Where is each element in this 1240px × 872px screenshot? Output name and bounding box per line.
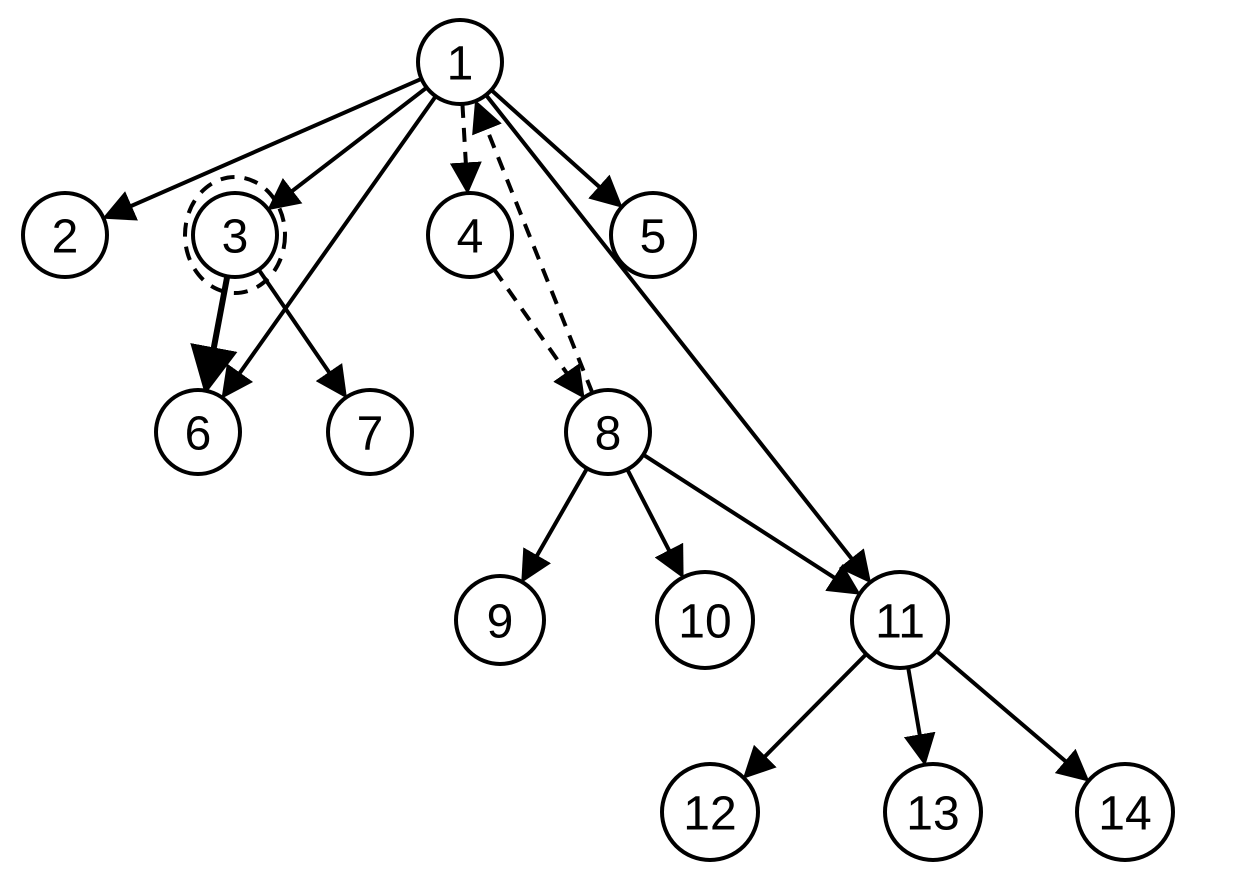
node-6: 6 bbox=[156, 390, 240, 474]
node-label-10: 10 bbox=[678, 596, 731, 649]
node-4: 4 bbox=[428, 193, 512, 277]
node-7: 7 bbox=[328, 390, 412, 474]
node-label-1: 1 bbox=[447, 38, 474, 91]
edge-n4-n8 bbox=[494, 269, 582, 394]
node-13: 13 bbox=[885, 764, 981, 860]
node-2: 2 bbox=[23, 193, 107, 277]
node-label-9: 9 bbox=[487, 596, 514, 649]
node-5: 5 bbox=[611, 193, 695, 277]
node-label-4: 4 bbox=[457, 211, 484, 264]
node-3: 3 bbox=[193, 193, 277, 277]
node-10: 10 bbox=[657, 572, 753, 668]
edge-n3-n6 bbox=[206, 276, 227, 387]
node-label-8: 8 bbox=[595, 408, 622, 461]
node-label-14: 14 bbox=[1098, 788, 1151, 841]
edge-n1-n3 bbox=[271, 88, 426, 207]
graph-diagram: 1234567891011121314 bbox=[0, 0, 1240, 872]
node-label-12: 12 bbox=[683, 788, 736, 841]
edge-n1-n4 bbox=[462, 104, 467, 189]
edge-n11-n13 bbox=[908, 667, 924, 760]
node-label-11: 11 bbox=[875, 596, 925, 649]
node-label-5: 5 bbox=[640, 211, 667, 264]
node-label-7: 7 bbox=[357, 408, 384, 461]
nodes-layer: 1234567891011121314 bbox=[23, 20, 1173, 860]
node-label-3: 3 bbox=[222, 211, 249, 264]
node-8: 8 bbox=[566, 390, 650, 474]
node-label-2: 2 bbox=[52, 211, 79, 264]
node-14: 14 bbox=[1077, 764, 1173, 860]
edge-n1-n2 bbox=[107, 79, 421, 217]
node-label-13: 13 bbox=[906, 788, 959, 841]
edge-n8-n9 bbox=[524, 468, 587, 578]
node-11: 11 bbox=[852, 572, 948, 668]
edge-n11-n12 bbox=[747, 654, 867, 775]
node-12: 12 bbox=[662, 764, 758, 860]
node-9: 9 bbox=[456, 576, 544, 664]
edge-n11-n14 bbox=[937, 651, 1086, 778]
node-1: 1 bbox=[418, 20, 502, 104]
edge-n8-n10 bbox=[627, 469, 681, 573]
node-label-6: 6 bbox=[185, 408, 212, 461]
